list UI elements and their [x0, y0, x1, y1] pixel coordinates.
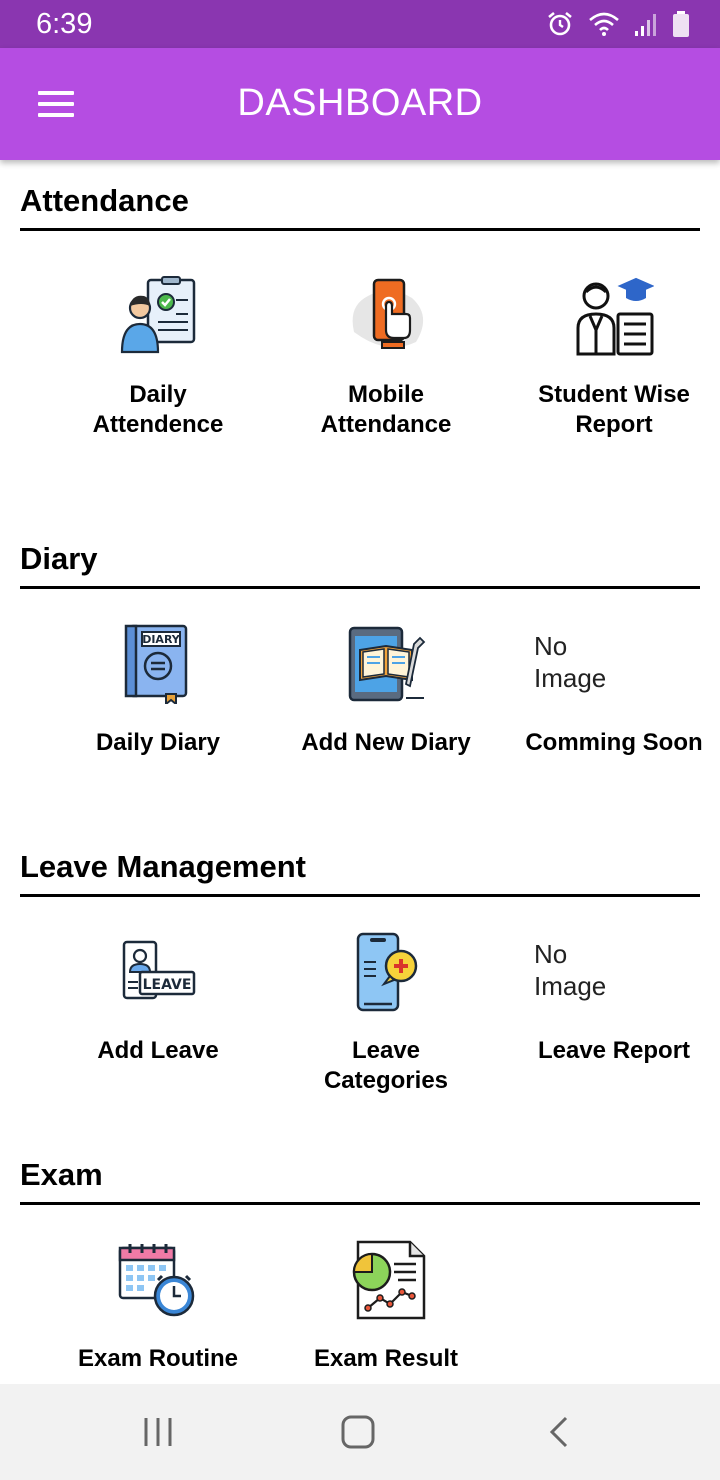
- home-icon[interactable]: [338, 1412, 378, 1452]
- alarm-icon: [548, 11, 572, 36]
- section-leave-management: Leave Management: [20, 844, 700, 897]
- status-bar: 6:39: [0, 0, 720, 48]
- section-divider: [20, 586, 700, 589]
- section-attendance: Attendance: [20, 178, 700, 231]
- section-divider: [20, 894, 700, 897]
- wifi-icon: [589, 12, 619, 36]
- app-bar: DASHBOARD: [0, 48, 720, 160]
- tile-label: Daily Attendence: [92, 381, 224, 438]
- section-divider: [20, 1202, 700, 1205]
- daily-attendance-icon: [120, 276, 196, 354]
- system-nav-bar: [0, 1384, 720, 1480]
- tile-label: Mobile Attendance: [320, 381, 452, 438]
- section-title: Attendance: [20, 183, 189, 218]
- tile-label: Exam Routine: [77, 1345, 239, 1372]
- status-icons: [546, 10, 690, 38]
- calendar-clock-icon: [118, 1244, 195, 1317]
- result-chart-icon: [352, 1240, 426, 1320]
- tile-label: Leave Report: [537, 1037, 691, 1064]
- recent-apps-icon[interactable]: [138, 1412, 178, 1452]
- tile-label: Student Wise Report: [538, 381, 690, 438]
- status-time: 6:39: [36, 8, 93, 40]
- tile-label: Exam Result: [313, 1345, 459, 1372]
- student-report-icon: [576, 277, 654, 356]
- svg-text:DIARY: DIARY: [142, 633, 181, 646]
- section-exam: Exam: [20, 1152, 700, 1205]
- signal-icon: [635, 14, 656, 36]
- diary-book-icon: DIARY: [124, 624, 188, 704]
- page-title: DASHBOARD: [237, 82, 483, 124]
- leave-card-icon: LEAVE: [122, 940, 196, 1000]
- svg-text:LEAVE: LEAVE: [143, 977, 192, 993]
- section-title: Exam: [20, 1157, 103, 1192]
- mobile-attendance-icon: [352, 278, 424, 349]
- tile-label: Add Leave: [97, 1037, 219, 1064]
- no-image-placeholder: No Image: [534, 631, 607, 693]
- section-divider: [20, 228, 700, 231]
- phone-medical-icon: [356, 932, 418, 1012]
- section-title: Diary: [20, 541, 98, 576]
- tile-label: Comming Soon: [525, 729, 703, 756]
- tablet-book-icon: [348, 626, 426, 702]
- tile-label: Daily Diary: [95, 729, 221, 756]
- tile-label: Add New Diary: [301, 729, 471, 756]
- section-title: Leave Management: [20, 849, 306, 884]
- battery-icon: [673, 11, 689, 37]
- no-image-placeholder: No Image: [534, 939, 607, 1001]
- dashboard-content[interactable]: Attendance Daily Attendence Mobile Atten…: [0, 160, 720, 1384]
- tile-label: Leave Categories: [323, 1037, 449, 1094]
- section-diary: Diary: [20, 536, 700, 589]
- back-icon[interactable]: [540, 1412, 580, 1452]
